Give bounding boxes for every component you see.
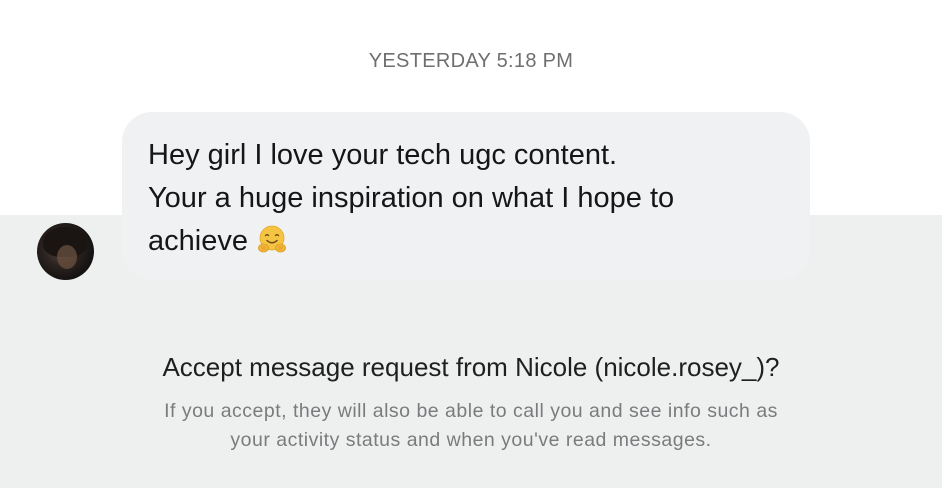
message-timestamp: YESTERDAY 5:18 PM (368, 50, 574, 72)
message-request-description-line-1: If you accept, they will also be able to… (164, 400, 778, 422)
message-request-description: If you accept, they will also be able to… (0, 397, 942, 455)
message-line-1: Hey girl I love your tech ugc content. (148, 139, 618, 171)
avatar-face-shape (57, 245, 77, 269)
message-bubble[interactable]: Hey girl I love your tech ugc content. Y… (122, 112, 810, 280)
hugging-face-icon (258, 225, 286, 253)
message-request-description-line-2: your activity status and when you've rea… (230, 429, 712, 451)
message-request-title: Accept message request from Nicole (nico… (162, 352, 780, 382)
message-line-3-text: achieve (148, 225, 248, 257)
message-line-2: Your a huge inspiration on what I hope t… (148, 182, 675, 214)
message-text: Hey girl I love your tech ugc content. Y… (148, 134, 790, 263)
message-line-3: achieve (148, 220, 790, 263)
sender-avatar[interactable] (37, 223, 94, 280)
